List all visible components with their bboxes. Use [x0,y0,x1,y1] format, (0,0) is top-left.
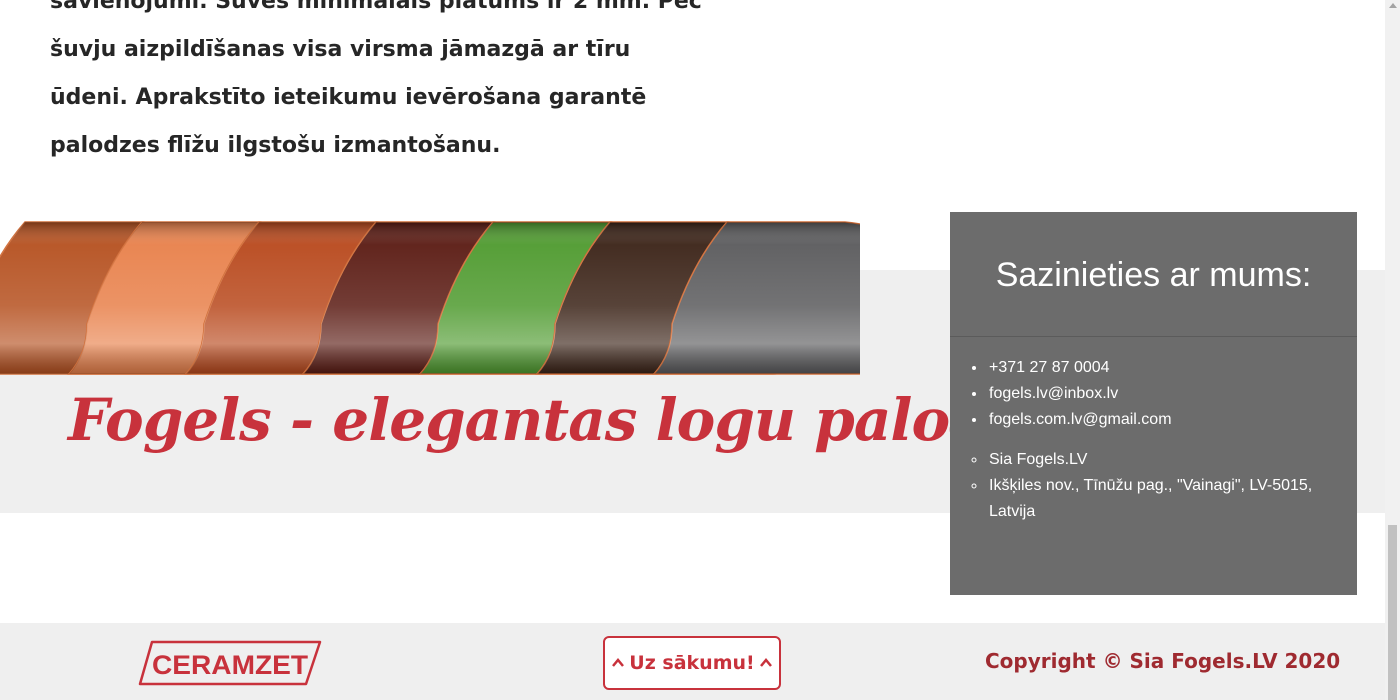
copyright-text: Copyright © Sia Fogels.LV 2020 [985,649,1341,673]
slogan-text: Fogels - elegantas logu palodzes [68,386,1089,454]
article-line: ūdeni. Aprakstīto ieteikumu ievērošana g… [50,85,647,110]
logo-text: CERAMZET [152,650,309,680]
window-sill-samples-image [0,221,860,375]
contact-title: Sazinieties ar mums: [950,212,1357,337]
contact-box: Sazinieties ar mums: +371 27 87 0004 fog… [950,212,1357,595]
contact-phone[interactable]: +371 27 87 0004 [987,355,1357,381]
footer: CERAMZET Uz sākumu! Copyright © Sia Foge… [0,623,1385,700]
back-to-top-button[interactable]: Uz sākumu! [603,636,781,690]
scrollbar-thumb[interactable] [1388,525,1397,700]
contact-email-inbox[interactable]: fogels.lv@inbox.lv [987,381,1357,407]
contact-email-gmail[interactable]: fogels.com.lv@gmail.com [987,407,1357,433]
contact-list: +371 27 87 0004 fogels.lv@inbox.lv fogel… [987,355,1357,433]
scroll-up-arrow-icon[interactable] [1389,3,1397,8]
chevron-up-icon [759,658,772,667]
company-address: Ikšķiles nov., Tīnūžu pag., "Vainagi", L… [987,473,1317,525]
article-line: savienojumi. Šuves minimālais platums ir… [50,0,702,14]
article-line: šuvju aizpildīšanas visa virsma jāmazgā … [50,37,631,62]
article-line: palodzes flīžu ilgstošu izmantošanu. [50,133,501,158]
company-info-list: Sia Fogels.LV Ikšķiles nov., Tīnūžu pag.… [987,447,1317,525]
ceramzet-logo[interactable]: CERAMZET [138,640,322,686]
back-to-top-label: Uz sākumu! [629,652,755,674]
article-paragraph: savienojumi. Šuves minimālais platums ir… [50,0,702,170]
company-name: Sia Fogels.LV [987,447,1317,473]
chevron-up-icon [612,658,625,667]
article-text: savienojumi. Šuves minimālais platums ir… [50,0,702,170]
page-scrollbar[interactable] [1385,0,1400,700]
